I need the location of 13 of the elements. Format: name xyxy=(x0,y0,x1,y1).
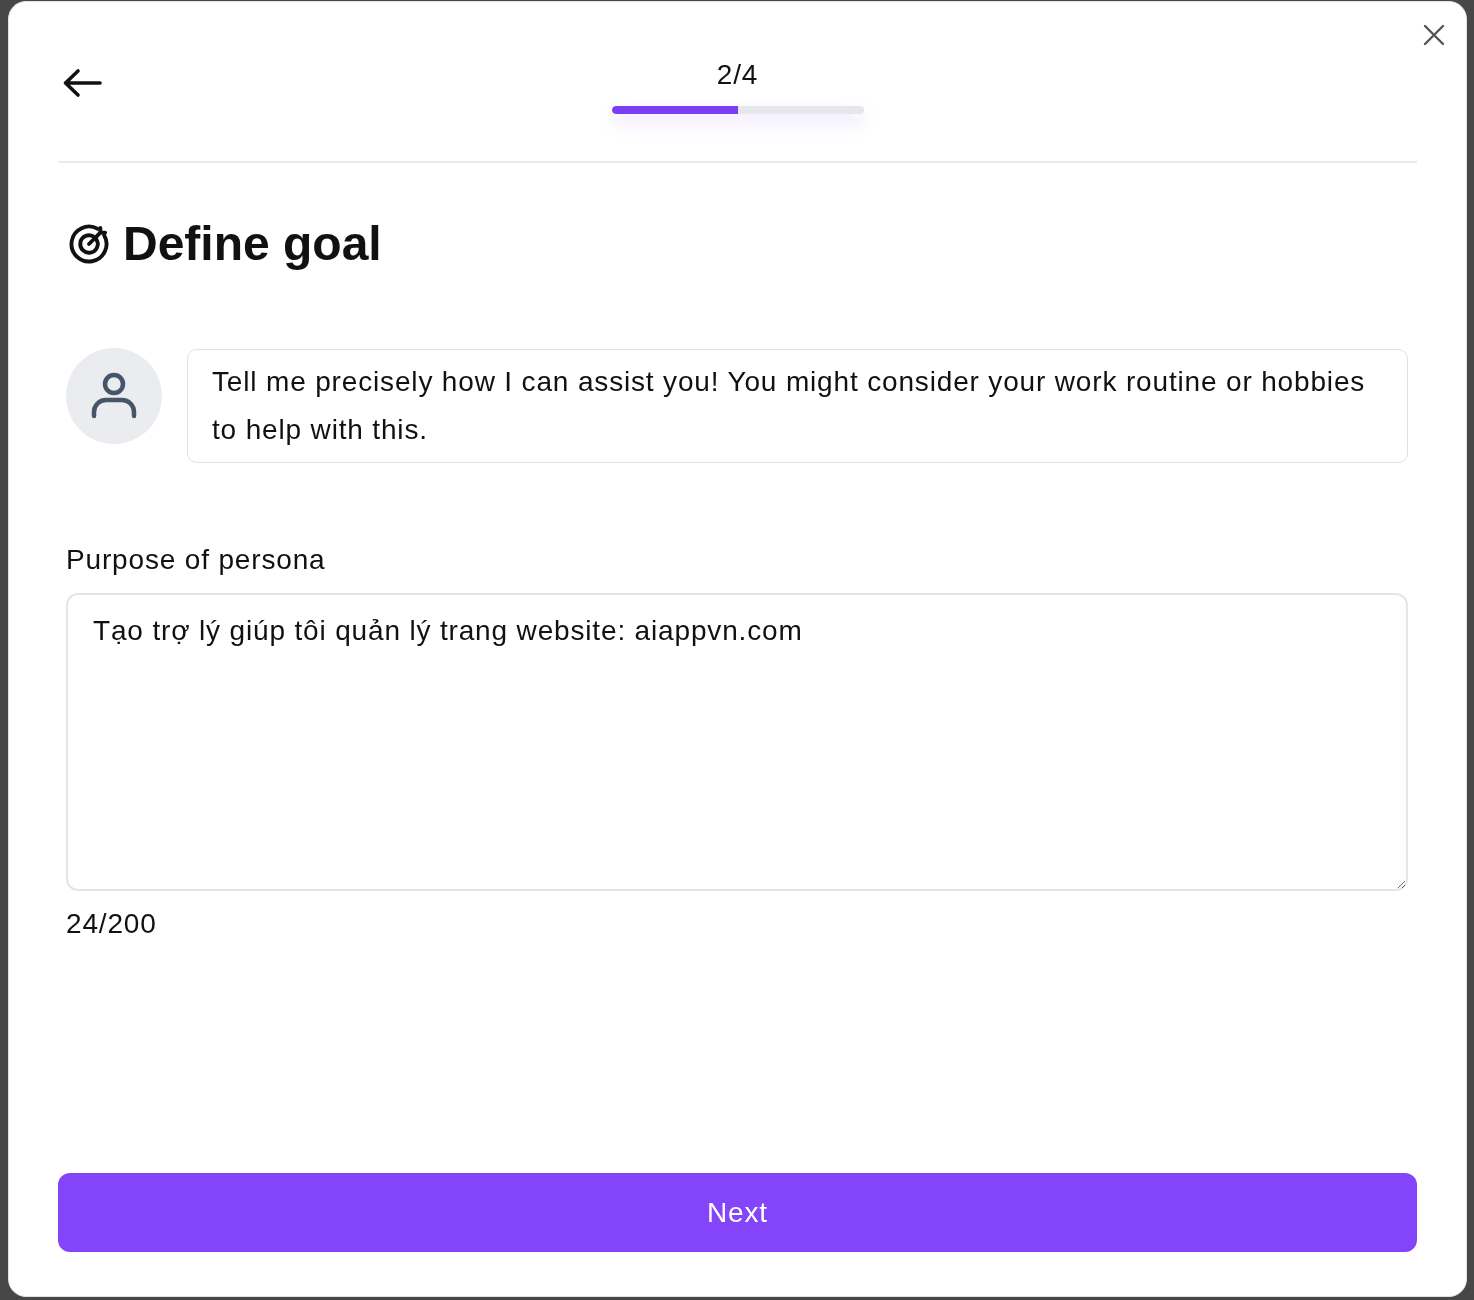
page-title: Define goal xyxy=(123,216,382,272)
target-icon xyxy=(68,223,110,265)
back-button[interactable] xyxy=(62,68,102,98)
field-label: Purpose of persona xyxy=(66,544,326,576)
close-icon xyxy=(1423,24,1445,46)
step-counter: 2/4 xyxy=(716,59,759,91)
purpose-textarea[interactable]: Tạo trợ lý giúp tôi quản lý trang website: aiappvn.com xyxy=(66,593,1408,891)
back-arrow-icon xyxy=(62,68,102,98)
close-button[interactable] xyxy=(1423,24,1445,46)
user-avatar-icon xyxy=(66,348,162,444)
next-button[interactable]: Next xyxy=(58,1173,1417,1252)
assistant-message: Tell me precisely how I can assist you! You might consider your work routine or hobbies to help with this. xyxy=(187,349,1408,463)
character-counter: 24/200 xyxy=(66,908,157,940)
